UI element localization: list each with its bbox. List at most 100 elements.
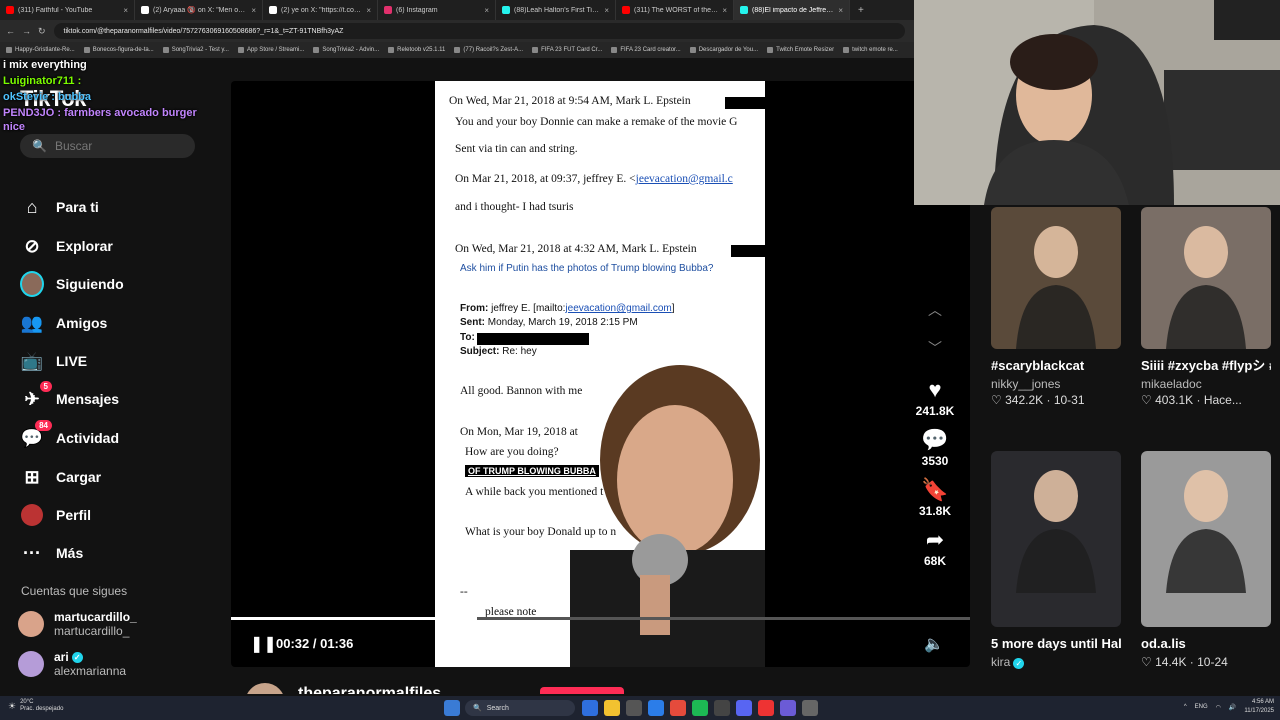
speaker-icon[interactable]: 🔊 [1229,704,1236,711]
doc-text: On Mar 21, 2018, at 09:37, jeffrey E. < [455,173,636,185]
sidebar-item-ms[interactable]: ··· Más [20,538,83,568]
save-button[interactable]: 🔖 31.8K [905,476,965,518]
compass-icon: ⊘ [24,235,40,256]
heart-icon: ♥ [928,377,942,402]
share-button[interactable]: ➦ 68K [905,526,965,568]
like-button[interactable]: ♥ 241.8K [905,376,965,418]
followed-account[interactable]: martucardillo_ martucardillo_ [18,610,137,638]
github-icon[interactable] [714,700,730,716]
close-icon[interactable]: × [484,6,489,15]
author-name[interactable]: theparanormalfiles [298,685,441,694]
search-input[interactable]: 🔍 Buscar [20,134,195,158]
sidebar-item-amigos[interactable]: 👥 Amigos [20,308,108,338]
account-display-name: martucardillo_ [54,610,137,624]
bookmark-label: Happy-Gristlante-Re... [15,47,75,53]
sidebar-item-perfil[interactable]: Perfil [20,500,91,530]
recommended-video[interactable]: Siiii #zxycba #flypシ #paratiiiiiiiiiiiii… [1141,207,1271,407]
chat-message: okStevie : bubba [3,91,92,103]
followed-account[interactable]: ari ✓ alexmarianna [18,650,126,678]
close-icon[interactable]: × [722,6,727,15]
author-avatar[interactable] [245,683,285,694]
close-icon[interactable]: × [838,6,843,15]
bookmark-item[interactable]: Happy-Gristlante-Re... [6,47,75,53]
browser-tab[interactable]: (311) Faithful - YouTube × [0,0,135,20]
new-tab-button[interactable]: + [850,5,872,16]
language-indicator[interactable]: ENG [1195,704,1208,710]
bookmark-icon [388,47,395,53]
forward-icon[interactable]: → [22,26,31,37]
close-icon[interactable]: × [251,6,256,15]
spotify-icon[interactable] [692,700,708,716]
browser-tab[interactable]: (88)El impacto de Jeffrey E × [734,0,850,20]
bookmark-item[interactable]: Descargador de You... [689,47,758,53]
account-name: martucardillo_ [54,610,137,624]
browser-tab[interactable]: (311) The WORST of the 20,000 × [616,0,734,20]
clock[interactable]: 4:56 AM 11/17/2025 [1244,698,1274,716]
doc-line: To: [460,332,475,343]
discord-icon[interactable] [736,700,752,716]
chevron-up-icon[interactable]: ︿ [905,300,965,320]
start-icon[interactable] [444,700,460,716]
taskbar-search[interactable]: 🔍 Search [465,700,575,716]
sidebar-item-explorar[interactable]: ⊘ Explorar [20,231,112,261]
video-thumbnail[interactable] [991,451,1121,627]
doc-line: All good. Bannon with me [460,385,583,397]
browser-tab[interactable]: (2) ye on X: "https://t.co/59K01 × [263,0,378,20]
follow-button[interactable] [540,687,624,694]
url-field[interactable]: tiktok.com/@theparanormalfiles/video/757… [53,23,905,39]
obs-icon[interactable] [802,700,818,716]
browser-tab[interactable]: (88)Leah Halton's First TikTok o × [496,0,616,20]
close-icon[interactable]: × [123,6,128,15]
browser-tab[interactable]: (2) Aryaaa 🔞 on X: "Men only t × [135,0,263,20]
bookmark-item[interactable]: (77) Racoil?s Zest-A... [454,47,523,53]
chevron-up-icon[interactable]: ^ [1184,704,1187,710]
sidebar-item-mensajes[interactable]: ✈ 5 Mensajes [20,381,119,414]
chrome-icon[interactable] [670,700,686,716]
sidebar-item-live[interactable]: 📺 LIVE [20,346,87,376]
activity-icon: 💬 84 [20,420,52,450]
bookmark-item[interactable]: FIFA 23 FUT Card Cr... [532,47,602,53]
recommended-video[interactable]: 5 more days until Halloween 🎃 🧡 kira✓ [991,451,1121,669]
bookmark-item[interactable]: Twitch Emote Resizer [767,47,834,53]
sidebar-item-cargar[interactable]: ⊞ Cargar [20,462,101,492]
store-icon[interactable] [626,700,642,716]
taskbar-pinned [582,700,818,716]
video-thumbnail[interactable] [1141,207,1271,349]
tab-title: (311) The WORST of the 20,000 [634,6,718,14]
like-count: 241.8K [915,404,955,418]
teams-icon[interactable] [780,700,796,716]
tab-favicon-icon [502,6,510,14]
mail-icon[interactable] [648,700,664,716]
bookmark-item[interactable]: FIFA 23 Card creator... [611,47,681,53]
recommended-video[interactable]: od.a.lis ♡ 14.4K · 10-24 [1141,451,1271,669]
bookmark-item[interactable]: twitch emote re... [843,47,898,53]
bookmark-item[interactable]: Bonecos-figura-de-ta... [83,47,154,53]
edge-icon[interactable] [582,700,598,716]
back-icon[interactable]: ← [6,26,15,37]
reload-icon[interactable]: ↻ [38,26,46,37]
chevron-down-icon[interactable]: ﹀ [905,338,965,358]
close-icon[interactable]: × [366,6,371,15]
bookmark-item[interactable]: SongTrivia2 - Test y... [162,47,229,53]
video-thumbnail[interactable] [1141,451,1271,627]
video-title: 5 more days until Halloween 🎃 🧡 [991,636,1121,651]
bookmark-item[interactable]: SongTrivia2 - Advin... [313,47,379,53]
bookmark-item[interactable]: App Store / Streami... [237,47,304,53]
wifi-icon[interactable]: ◠ [1216,704,1221,711]
volume-icon[interactable]: 🔈 [924,634,944,654]
weather-widget[interactable]: ☀ 20°C Prac. despejado [8,699,63,713]
recommended-video[interactable]: #scaryblackcat nikky__jones ♡ 342.2K · 10-… [991,207,1121,407]
browser-tab[interactable]: (6) Instagram × [378,0,496,20]
live-tv-icon: 📺 [20,350,44,371]
sidebar-item-siguiendo[interactable]: Siguiendo [20,269,124,299]
video-thumbnail[interactable] [991,207,1121,349]
video-author-name: mikaeladoc [1141,377,1202,391]
comment-button[interactable]: 💬 3530 [905,426,965,468]
music-icon[interactable] [758,700,774,716]
sidebar-item-actividad[interactable]: 💬 84 Actividad [20,420,119,453]
bookmark-item[interactable]: Reletoob v25.1.11 [388,47,445,53]
sidebar-item-para-ti[interactable]: ⌂ Para ti [20,192,99,222]
folder-icon[interactable] [604,700,620,716]
pause-icon[interactable]: ❚❚ [250,634,277,654]
close-icon[interactable]: × [604,6,609,15]
